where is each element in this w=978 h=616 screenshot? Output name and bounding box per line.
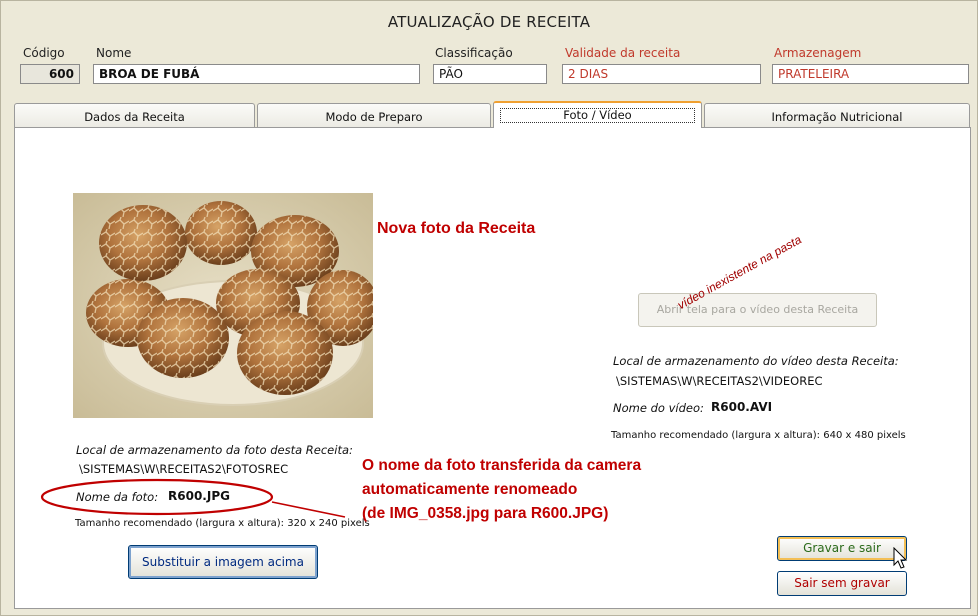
- rename-note-line3: (de IMG_0358.jpg para R600.JPG): [362, 505, 609, 522]
- tab-foto-video-label: Foto / Vídeo: [500, 108, 695, 123]
- exit-without-save-button[interactable]: Sair sem gravar: [777, 571, 907, 596]
- rename-note-line1: O nome da foto transferida da camera: [362, 457, 642, 474]
- save-exit-button[interactable]: Gravar e sair: [777, 536, 907, 561]
- rename-note-line2: automaticamente renomeado: [362, 481, 578, 498]
- photo-name-highlight-ellipse: [40, 478, 274, 516]
- annotation-connector-line: [271, 501, 346, 518]
- replace-image-button[interactable]: Substituir a imagem acima: [128, 545, 318, 579]
- mouse-cursor-icon: [893, 547, 908, 569]
- tab-foto-video[interactable]: Foto / Vídeo: [493, 101, 702, 128]
